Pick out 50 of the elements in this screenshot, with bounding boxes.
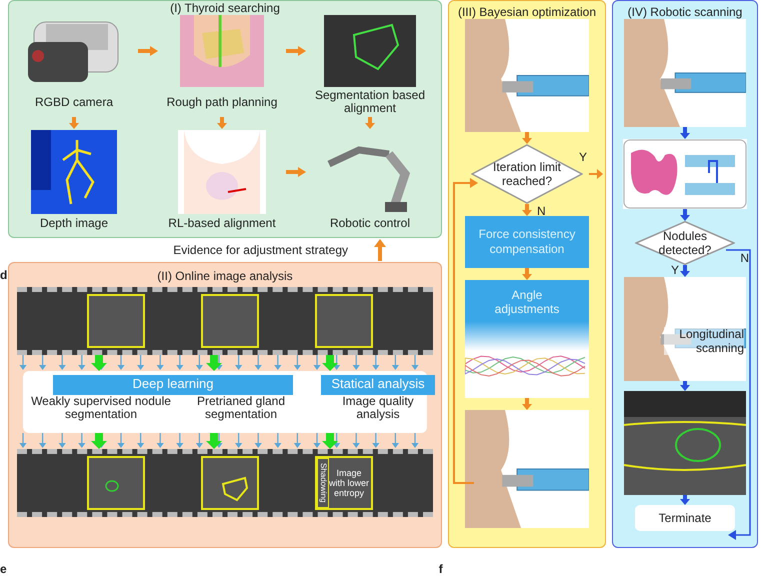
panel-letter: d [0, 267, 8, 284]
panel-letter: e [0, 562, 7, 576]
step-label: Angle adjustments [494, 288, 560, 316]
arrow-icon [374, 239, 386, 261]
arrow-icon [679, 209, 691, 221]
panel-title: (IV) Robotic scanning [628, 5, 742, 19]
nodule-outline [105, 480, 119, 492]
arrow-icon [137, 45, 159, 57]
arrow-icon [589, 169, 603, 179]
arrow-icon [521, 268, 533, 280]
annotation-text: Image with lower entropy [329, 468, 369, 498]
arrow-icon [679, 495, 691, 505]
arrow-icon [679, 381, 691, 391]
image-caption: Depth image [40, 216, 108, 230]
task-label: Image quality analysis [341, 395, 415, 423]
arrow-icon [285, 45, 307, 57]
ultrasound-frame [87, 294, 145, 348]
image-caption: Rough path planning [166, 96, 278, 108]
panel-title: (II) Online image analysis [156, 269, 294, 283]
task-label: Pretrianed gland segmentation [196, 395, 286, 423]
decision-node: Nodules detected? [635, 221, 735, 265]
method-bar: Statical analysis [321, 375, 435, 395]
task-label: Weakly supervised nodule segmentation [30, 395, 172, 423]
arrow-icon [285, 166, 307, 178]
process-step: Force consistency compensation [465, 216, 589, 268]
branch-label: N [740, 250, 749, 267]
arrow-icon [364, 117, 376, 129]
method-bar: Deep learning [53, 375, 293, 395]
arrow-icon [679, 265, 691, 277]
image-caption: RGBD camera [34, 96, 114, 108]
ultrasound-frame [201, 294, 259, 348]
image-caption: Longitudinal scanning [664, 327, 744, 355]
gland-outline [221, 476, 251, 502]
image-caption: Robotic control [330, 216, 410, 230]
arrow-label: Evidence for adjustment strategy [173, 242, 348, 259]
end-node: Terminate [635, 505, 735, 531]
image-caption: RL-based alignment [168, 216, 276, 230]
ultrasound-frame [315, 294, 373, 348]
arrow-icon [521, 204, 533, 216]
arrow-icon [679, 127, 691, 139]
arrow-icon [521, 132, 533, 144]
arrow-icon [521, 398, 533, 410]
annotation-text: Shadowing [317, 458, 329, 508]
panel-title: (I) Thyroid searching [169, 1, 281, 15]
panel-title: (III) Bayesian optimization [458, 5, 596, 19]
panel-letter: f [438, 562, 443, 576]
branch-label: Y [671, 262, 680, 279]
arrow-icon [216, 117, 228, 129]
arrow-icon [68, 117, 80, 129]
image-caption: Segmentation based alignment [314, 89, 426, 115]
